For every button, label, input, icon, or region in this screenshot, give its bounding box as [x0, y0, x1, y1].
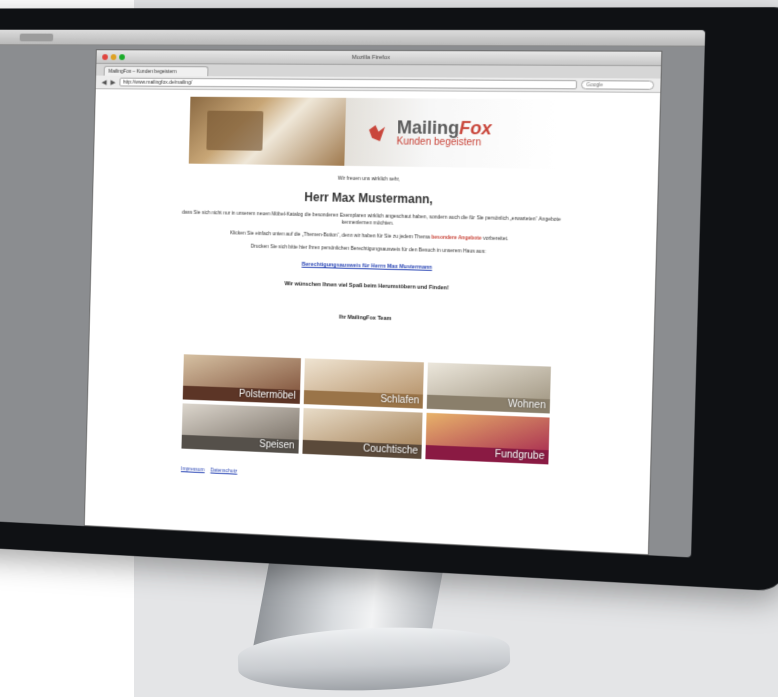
category-tile-schlafen[interactable]: Schlafen — [303, 358, 425, 409]
pass-link[interactable]: Berechtigungsausweis für Herrn Max Muste… — [167, 258, 574, 274]
logo: MailingFox Kunden begeistern — [344, 97, 559, 169]
browser-window: Mozilla Firefox MailingFox – Kunden bege… — [83, 49, 663, 556]
logo-brand: MailingFox — [396, 116, 492, 138]
footer-link-impressum[interactable]: Impressum — [181, 466, 205, 473]
intro-text: Wir freuen uns wirklich sehr, — [337, 175, 400, 183]
category-label: Schlafen — [380, 393, 420, 407]
paragraph-1: dass Sie sich nicht nur in unserem neuen… — [181, 209, 561, 227]
wish-text: Wir wünschen Ihnen viel Spaß beim Herums… — [284, 281, 449, 292]
browser-titlebar: Mozilla Firefox — [96, 50, 662, 67]
category-label: Polstermöbel — [238, 388, 296, 402]
signoff: Ihr MailingFox Team — [338, 314, 392, 323]
category-label: Speisen — [259, 439, 295, 452]
desktop-icon — [19, 33, 54, 42]
screen: Mozilla Firefox MailingFox – Kunden bege… — [0, 29, 706, 558]
footer-link-datenschutz[interactable]: Datenschutz — [210, 468, 237, 475]
header-banner: MailingFox Kunden begeistern — [188, 96, 559, 169]
category-label: Fundgrube — [494, 448, 545, 463]
url-bar[interactable]: http://www.mailingfox.de/mailing/ — [119, 77, 578, 90]
category-tile-fundgrube[interactable]: Fundgrube — [425, 412, 550, 465]
category-label: Couchtische — [362, 443, 419, 457]
footer-links: Impressum Datenschutz — [181, 466, 237, 474]
category-tile-wohnen[interactable]: Wohnen — [427, 362, 551, 414]
paragraph-3: Drucken Sie sich bitte hier Ihren persön… — [250, 243, 487, 255]
category-label: Wohnen — [507, 398, 546, 412]
logo-tagline: Kunden begeistern — [396, 135, 482, 148]
category-grid: Polstermöbel Schlafen Wohnen Speisen Cou… — [181, 354, 551, 465]
email-content: MailingFox Kunden begeistern Wir freuen … — [84, 90, 661, 555]
category-tile-polstermoebel[interactable]: Polstermöbel — [182, 354, 301, 404]
desktop-top-bar — [0, 29, 706, 47]
fox-logo-icon — [367, 121, 389, 143]
back-icon[interactable]: ◀ — [102, 78, 107, 86]
banner-photo — [188, 96, 347, 166]
tab-active[interactable]: MailingFox – Kunden begeistern — [103, 65, 209, 77]
forward-icon[interactable]: ▶ — [110, 78, 115, 86]
window-title: Mozilla Firefox — [351, 54, 391, 61]
highlight-offers: besondere Angebote — [431, 234, 482, 242]
category-tile-couchtische[interactable]: Couchtische — [302, 408, 423, 459]
email-body: Wir freuen uns wirklich sehr, Herr Max M… — [166, 173, 577, 327]
category-tile-speisen[interactable]: Speisen — [181, 403, 300, 454]
monitor: Mozilla Firefox MailingFox – Kunden bege… — [0, 7, 778, 592]
search-input[interactable]: Google — [581, 80, 655, 90]
greeting: Herr Max Mustermann, — [304, 190, 434, 207]
